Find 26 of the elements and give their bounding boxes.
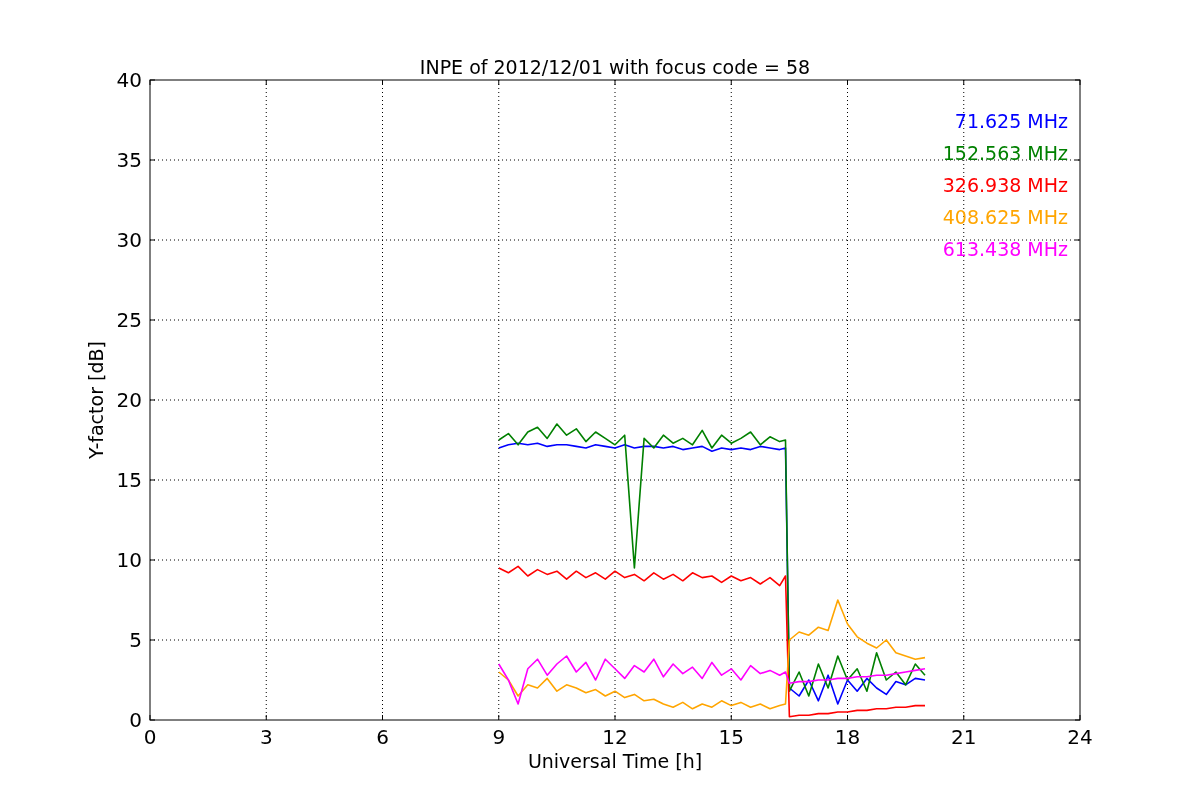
chart-title: INPE of 2012/12/01 with focus code = 58 (419, 56, 811, 78)
tick-label: 35 (116, 148, 142, 172)
tick-label: 3 (259, 725, 273, 749)
tick-label: 24 (1067, 725, 1093, 749)
tick-label: 20 (116, 388, 142, 412)
tick-label: 18 (834, 725, 861, 749)
legend-label: 152.563 MHz (942, 142, 1068, 164)
tick-label: 15 (116, 468, 142, 492)
tick-label: 12 (602, 725, 628, 749)
tick-label: 9 (492, 725, 506, 749)
legend-label: 71.625 MHz (954, 110, 1068, 132)
tick-label: 21 (951, 725, 977, 749)
legend-label: 408.625 MHz (942, 206, 1068, 228)
x-axis-label: Universal Time [h] (527, 750, 703, 772)
legend-label: 613.438 MHz (942, 238, 1068, 260)
tick-label: 0 (143, 725, 157, 749)
y-axis-label: Y-factor [dB] (85, 341, 107, 459)
tick-label: 5 (129, 628, 142, 652)
legend-label: 326.938 MHz (942, 174, 1068, 196)
tick-label: 10 (116, 548, 142, 572)
tick-label: 6 (376, 725, 389, 749)
tick-label: 15 (718, 725, 744, 749)
tick-label: 40 (116, 68, 142, 92)
tick-label: 30 (116, 228, 142, 252)
tick-label: 0 (129, 708, 142, 732)
tick-label: 25 (116, 308, 142, 332)
